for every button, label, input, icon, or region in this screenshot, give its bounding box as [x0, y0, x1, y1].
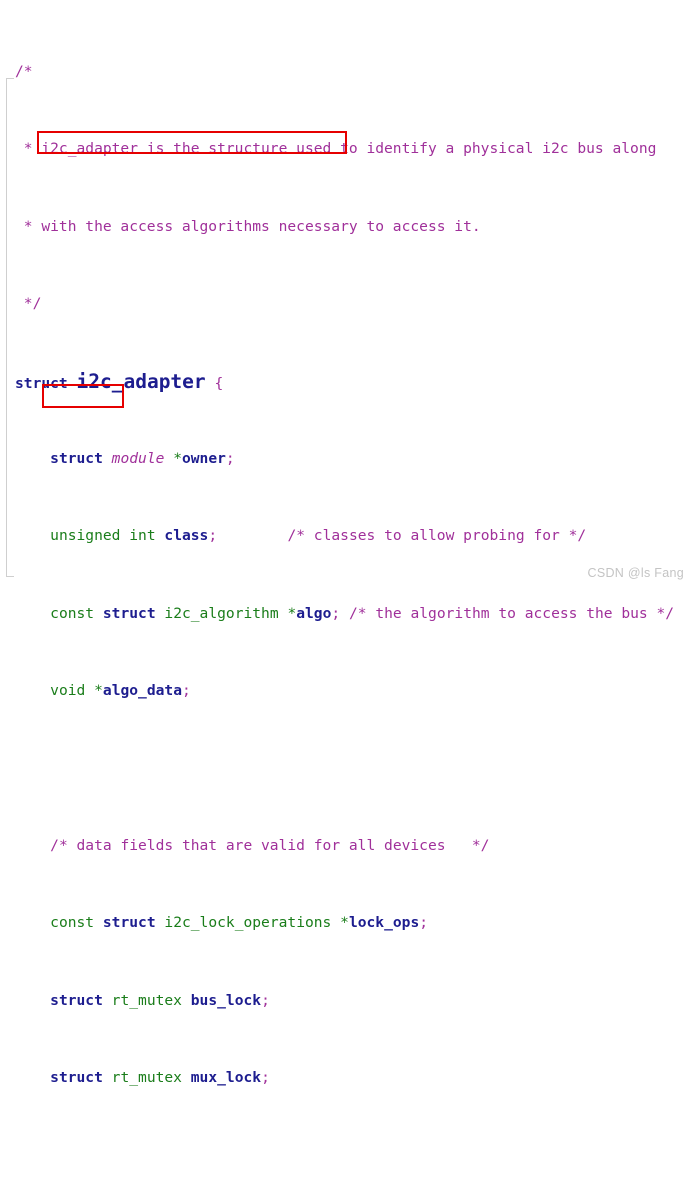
field-mux-lock: mux_lock — [190, 1068, 262, 1086]
code-line-4: */ — [0, 294, 674, 313]
semicolon: ; — [419, 914, 429, 932]
pointer-star: * — [287, 604, 297, 622]
code-line-1: /* — [0, 62, 674, 81]
field-class: class — [164, 527, 209, 545]
keyword-int: int — [129, 527, 156, 545]
semicolon: ; — [208, 527, 218, 545]
field-lock-ops: lock_ops — [348, 914, 420, 932]
type-rt-mutex: rt_mutex — [111, 991, 182, 1009]
code-line-13: struct rt_mutex bus_lock; — [0, 991, 674, 1010]
code-line-6: struct module *owner; — [0, 449, 674, 468]
code-line-5: struct i2c_adapter { — [0, 369, 674, 393]
code-line-3: * with the access algorithms necessary t… — [0, 217, 674, 236]
keyword-struct: struct — [102, 604, 156, 622]
keyword-unsigned: unsigned — [50, 527, 121, 545]
keyword-void: void — [50, 682, 86, 700]
semicolon: ; — [331, 604, 341, 622]
semicolon: ; — [181, 682, 191, 700]
code-line-7: unsigned int class; /* classes to allow … — [0, 526, 674, 545]
code-line-14: struct rt_mutex mux_lock; — [0, 1068, 674, 1087]
type-rt-mutex: rt_mutex — [111, 1068, 182, 1086]
field-owner: owner — [181, 449, 226, 467]
code-line-12: const struct i2c_lock_operations *lock_o… — [0, 913, 674, 932]
field-bus-lock: bus_lock — [190, 991, 262, 1009]
semicolon: ; — [225, 449, 235, 467]
comment-text: */ — [15, 295, 42, 313]
keyword-struct: struct — [50, 991, 103, 1009]
pointer-star: * — [94, 682, 103, 700]
brace-open: { — [214, 374, 224, 392]
code-line-9: void *algo_data; — [0, 681, 674, 700]
code-line-2: * i2c_adapter is the structure used to i… — [0, 139, 674, 158]
comment-text: /* — [15, 63, 33, 81]
struct-name: i2c_adapter — [76, 369, 206, 393]
code-block[interactable]: /* * i2c_adapter is the structure used t… — [0, 0, 674, 1184]
field-algo-data: algo_data — [102, 682, 182, 700]
code-viewer: /* * i2c_adapter is the structure used t… — [0, 0, 692, 1086]
code-line-8: const struct i2c_algorithm *algo; /* the… — [0, 604, 674, 623]
type-module: module — [111, 449, 165, 467]
type-i2c-lock-operations: i2c_lock_operations — [164, 914, 332, 932]
comment-classes: /* classes to allow probing for */ — [287, 527, 587, 545]
type-i2c-algorithm: i2c_algorithm — [164, 604, 279, 622]
keyword-const: const — [50, 914, 95, 932]
keyword-struct: struct — [102, 914, 156, 932]
comment-text: * i2c_adapter is the structure used to i… — [15, 140, 657, 158]
pointer-star: * — [173, 449, 182, 467]
keyword-const: const — [50, 604, 95, 622]
field-algo: algo — [296, 604, 332, 622]
keyword-struct: struct — [50, 1068, 103, 1086]
code-line-11: /* data fields that are valid for all de… — [0, 836, 674, 855]
csdn-watermark: CSDN @ls Fang — [587, 566, 684, 580]
keyword-struct: struct — [50, 449, 103, 467]
keyword-struct: struct — [15, 374, 68, 392]
semicolon: ; — [261, 1068, 270, 1086]
pointer-star: * — [340, 914, 349, 932]
semicolon: ; — [261, 991, 270, 1009]
comment-datafields: /* data fields that are valid for all de… — [50, 836, 490, 854]
comment-text: * with the access algorithms necessary t… — [15, 217, 481, 235]
comment-algorithm: /* the algorithm to access the bus */ — [348, 604, 675, 622]
